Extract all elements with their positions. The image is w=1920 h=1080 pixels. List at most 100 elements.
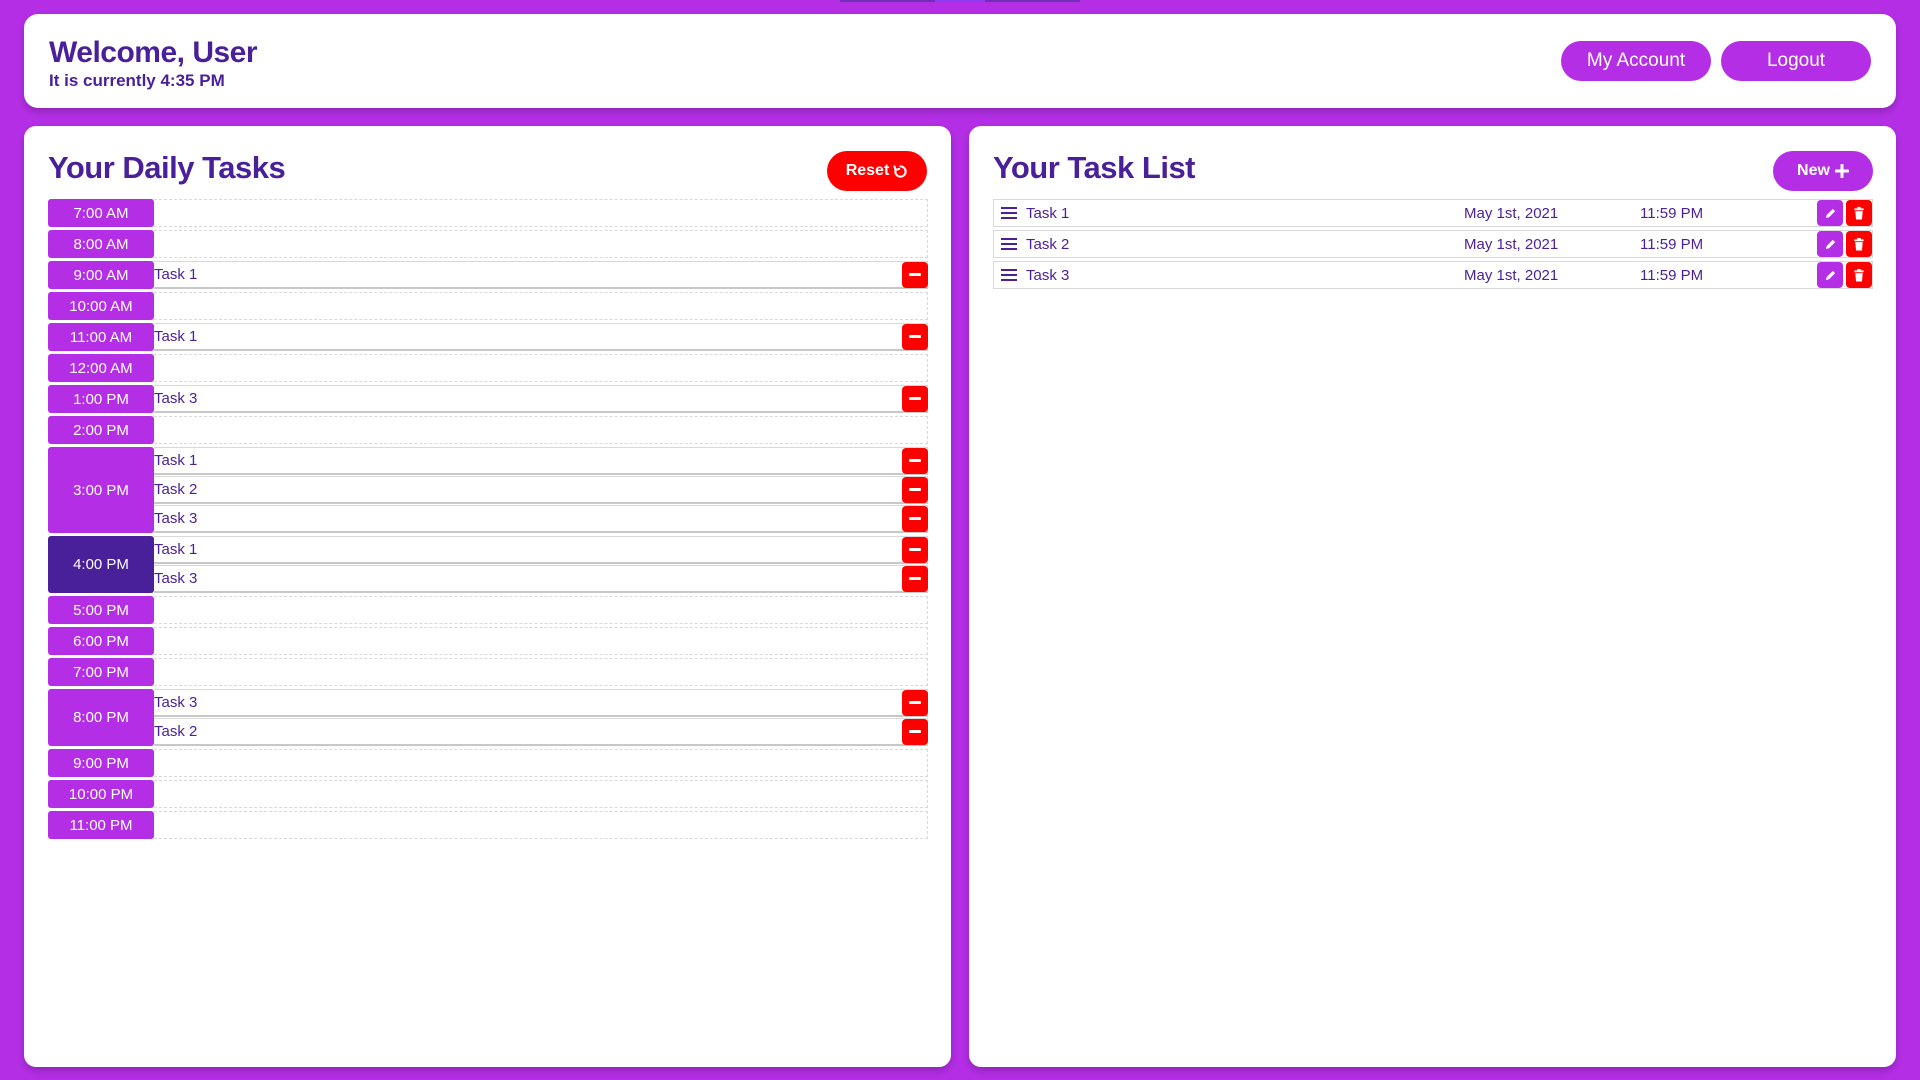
edit-task-button[interactable] [1817,262,1843,288]
hour-entries [154,354,928,382]
delete-task-button[interactable] [1846,231,1872,257]
empty-drop-zone[interactable] [154,354,928,382]
plus-icon [1834,164,1849,178]
remove-task-button[interactable] [902,385,928,412]
pencil-icon [1825,239,1835,249]
hour-entries [154,780,928,808]
minus-icon [909,335,921,338]
drag-handle-icon[interactable] [1001,238,1017,250]
hour-label: 2:00 PM [48,416,154,444]
minus-icon [909,730,921,733]
remove-task-button[interactable] [902,323,928,350]
scheduled-task-name: Task 1 [154,266,198,283]
hour-label: 12:00 AM [48,354,154,382]
welcome-heading: Welcome, User [49,36,258,69]
empty-drop-zone[interactable] [154,811,928,839]
new-task-button[interactable]: New [1773,151,1873,191]
scheduled-task-name: Task 3 [154,390,198,407]
minus-icon [909,488,921,491]
minus-icon [909,273,921,276]
hour-label: 7:00 AM [48,199,154,227]
empty-drop-zone[interactable] [154,292,928,320]
task-due-time: 11:59 PM [1640,235,1704,253]
task-list: Task 1 May 1st, 2021 11:59 PM Task 2 May 1st… [993,199,1873,292]
remove-task-button[interactable] [902,261,928,288]
empty-drop-zone[interactable] [154,199,928,227]
scheduled-task: Task 1 [154,261,928,289]
scheduled-task: Task 3 [154,505,928,533]
task-due-date: May 1st, 2021 [1464,235,1559,253]
scheduled-task: Task 3 [154,565,928,593]
hour-slot: 10:00 PM [48,780,928,808]
hour-entries: Task 1 [154,323,928,351]
remove-task-button[interactable] [902,505,928,532]
remove-task-button[interactable] [902,536,928,563]
hour-slot: 8:00 PM Task 3 Task 2 [48,689,928,746]
scheduled-task-name: Task 2 [154,723,198,740]
delete-task-button[interactable] [1846,200,1872,226]
task-due-time: 11:59 PM [1640,266,1704,284]
hourly-schedule: 7:00 AM 8:00 AM 9:00 AM Task 1 10:00 AM 11:00… [48,199,928,842]
edit-task-button[interactable] [1817,200,1843,226]
logout-button[interactable]: Logout [1721,41,1871,81]
edit-task-button[interactable] [1817,231,1843,257]
hour-label: 11:00 AM [48,323,154,351]
remove-task-button[interactable] [902,476,928,503]
hour-label: 7:00 PM [48,658,154,686]
scheduled-task: Task 1 [154,447,928,475]
reset-button[interactable]: Reset [827,151,927,191]
empty-drop-zone[interactable] [154,658,928,686]
scheduled-task: Task 2 [154,718,928,746]
task-list-panel: Your Task List New Task 1 May 1st, 2021 11… [969,126,1896,1067]
hour-entries: Task 1 Task 3 [154,536,928,593]
delete-task-button[interactable] [1846,262,1872,288]
drag-handle-icon[interactable] [1001,269,1017,281]
remove-task-button[interactable] [902,718,928,745]
hour-entries: Task 1 Task 2 Task 3 [154,447,928,533]
empty-drop-zone[interactable] [154,230,928,258]
scheduled-task-name: Task 3 [154,694,198,711]
drag-handle-icon[interactable] [1001,207,1017,219]
hour-label: 6:00 PM [48,627,154,655]
hour-entries [154,199,928,227]
scheduled-task: Task 1 [154,536,928,564]
refresh-icon [893,164,907,178]
remove-task-button[interactable] [902,447,928,474]
hour-slot: 6:00 PM [48,627,928,655]
remove-task-button[interactable] [902,689,928,716]
hour-slot: 8:00 AM [48,230,928,258]
header-bar: Welcome, User It is currently 4:35 PM My… [24,14,1896,108]
hour-label: 8:00 AM [48,230,154,258]
hour-label: 3:00 PM [48,447,154,533]
hour-slot: 7:00 PM [48,658,928,686]
minus-icon [909,701,921,704]
minus-icon [909,517,921,520]
task-list-row: Task 3 May 1st, 2021 11:59 PM [993,261,1873,289]
empty-drop-zone[interactable] [154,780,928,808]
empty-drop-zone[interactable] [154,596,928,624]
hour-label: 10:00 AM [48,292,154,320]
hour-slot: 4:00 PM Task 1 Task 3 [48,536,928,593]
scheduled-task-name: Task 1 [154,328,198,345]
daily-tasks-panel: Your Daily Tasks Reset 7:00 AM 8:00 AM 9:0… [24,126,951,1067]
hour-entries: Task 3 [154,385,928,413]
hour-entries [154,627,928,655]
scheduled-task: Task 3 [154,385,928,413]
scheduled-task: Task 2 [154,476,928,504]
task-due-date: May 1st, 2021 [1464,204,1559,222]
hour-entries [154,749,928,777]
hour-slot: 10:00 AM [48,292,928,320]
empty-drop-zone[interactable] [154,627,928,655]
empty-drop-zone[interactable] [154,416,928,444]
my-account-button[interactable]: My Account [1561,41,1711,81]
minus-icon [909,397,921,400]
task-due-date: May 1st, 2021 [1464,266,1559,284]
pencil-icon [1825,270,1835,280]
hour-entries [154,230,928,258]
remove-task-button[interactable] [902,565,928,592]
hour-slot: 1:00 PM Task 3 [48,385,928,413]
hour-slot: 11:00 AM Task 1 [48,323,928,351]
hour-label: 8:00 PM [48,689,154,746]
task-name: Task 3 [1026,266,1070,284]
empty-drop-zone[interactable] [154,749,928,777]
